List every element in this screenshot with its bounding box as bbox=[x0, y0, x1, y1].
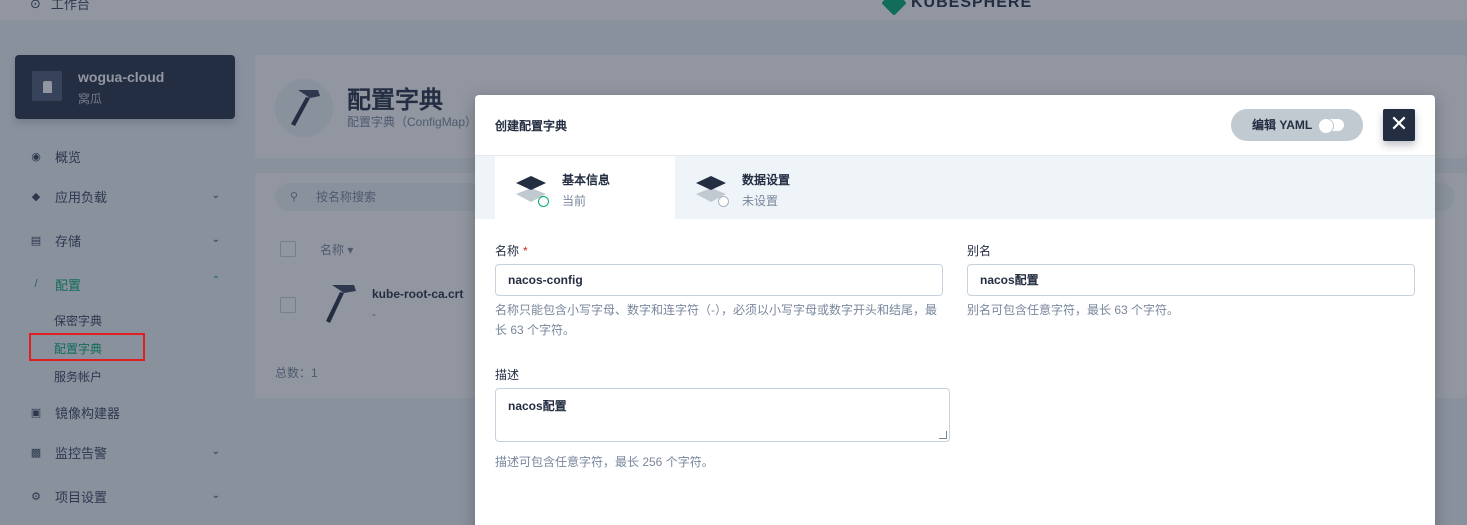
description-help-text: 描述可包含任意字符，最长 256 个字符。 bbox=[495, 455, 714, 469]
description-value: nacos配置 bbox=[508, 399, 567, 413]
create-configmap-modal: 创建配置字典 编辑 YAML ✕ 基本信息 当前 数据设置 未设置 名称 * n… bbox=[475, 95, 1435, 525]
name-label-text: 名称 bbox=[495, 244, 520, 258]
edit-yaml-toggle[interactable]: 编辑 YAML bbox=[1231, 109, 1363, 141]
description-label: 描述 bbox=[495, 368, 520, 382]
status-pending-icon bbox=[718, 196, 729, 207]
modal-header: 创建配置字典 编辑 YAML ✕ bbox=[475, 95, 1435, 155]
tab-data-settings[interactable]: 数据设置 未设置 bbox=[675, 156, 855, 220]
alias-help-text: 别名可包含任意字符，最长 63 个字符。 bbox=[967, 303, 1180, 317]
modal-title: 创建配置字典 bbox=[495, 119, 568, 133]
edit-yaml-label: 编辑 YAML bbox=[1252, 118, 1313, 132]
close-button[interactable]: ✕ bbox=[1383, 109, 1415, 141]
step-status: 当前 bbox=[562, 194, 587, 208]
alias-field[interactable]: nacos配置 bbox=[967, 264, 1415, 296]
description-field[interactable]: nacos配置 bbox=[495, 388, 950, 442]
status-current-icon bbox=[538, 196, 549, 207]
toggle-switch-icon bbox=[1318, 118, 1344, 134]
step-label: 数据设置 bbox=[742, 173, 791, 187]
required-mark: * bbox=[523, 244, 528, 258]
name-field[interactable]: nacos-config bbox=[495, 264, 943, 296]
tab-basic-info[interactable]: 基本信息 当前 bbox=[495, 156, 675, 220]
resize-handle-icon[interactable] bbox=[939, 431, 947, 439]
name-help-text: 名称只能包含小写字母、数字和连字符（-），必须以小写字母或数字开头和结尾，最长 … bbox=[495, 303, 937, 337]
highlight-box bbox=[29, 333, 145, 361]
step-label: 基本信息 bbox=[562, 173, 611, 187]
step-status: 未设置 bbox=[742, 194, 779, 208]
name-label: 名称 * bbox=[495, 242, 528, 259]
step-tabs: 基本信息 当前 数据设置 未设置 bbox=[475, 155, 1435, 220]
alias-label: 别名 bbox=[967, 244, 992, 258]
close-icon: ✕ bbox=[1389, 111, 1409, 136]
